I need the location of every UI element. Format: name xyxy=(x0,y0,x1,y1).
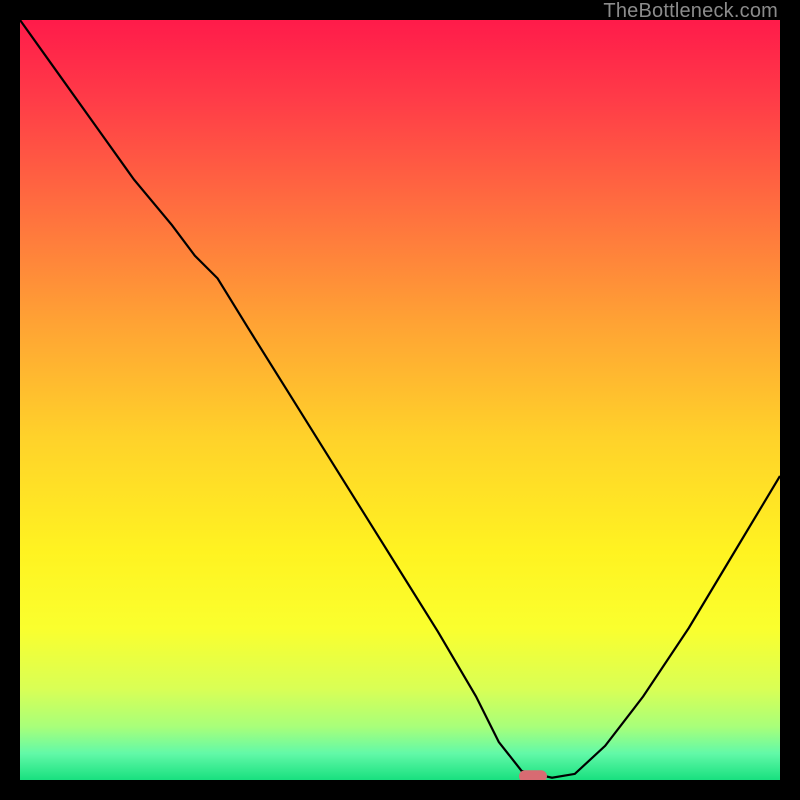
chart-background xyxy=(20,20,780,780)
watermark-text: TheBottleneck.com xyxy=(603,0,778,23)
chart-frame: TheBottleneck.com xyxy=(0,0,800,800)
chart-plot-area xyxy=(20,20,780,780)
chart-svg xyxy=(20,20,780,780)
optimal-marker xyxy=(519,770,547,780)
